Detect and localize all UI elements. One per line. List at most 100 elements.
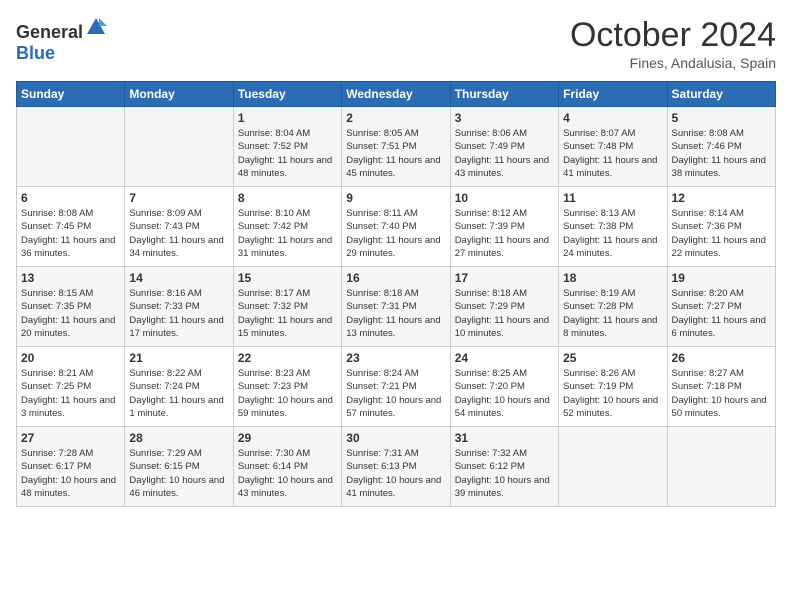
calendar-cell: 14 Sunrise: 8:16 AM Sunset: 7:33 PM Dayli…	[125, 267, 233, 347]
day-content: Sunrise: 7:28 AM Sunset: 6:17 PM Dayligh…	[21, 447, 120, 500]
day-number: 10	[455, 191, 554, 205]
day-content: Sunrise: 8:16 AM Sunset: 7:33 PM Dayligh…	[129, 287, 228, 340]
month-title: October 2024	[570, 16, 776, 55]
calendar-cell: 29 Sunrise: 7:30 AM Sunset: 6:14 PM Dayli…	[233, 427, 341, 507]
calendar-week-4: 20Sunrise: 8:21 AM Sunset: 7:25 PM Dayli…	[17, 347, 776, 427]
day-number: 13	[21, 271, 120, 285]
day-number: 28	[129, 431, 228, 445]
day-number: 5	[672, 111, 771, 125]
day-content: Sunrise: 8:11 AM Sunset: 7:40 PM Dayligh…	[346, 207, 445, 260]
day-number: 22	[238, 351, 337, 365]
calendar-cell: 11 Sunrise: 8:13 AM Sunset: 7:38 PM Dayli…	[559, 187, 667, 267]
day-number: 30	[346, 431, 445, 445]
day-number: 18	[563, 271, 662, 285]
day-number: 3	[455, 111, 554, 125]
header-day-monday: Monday	[125, 82, 233, 107]
header-day-friday: Friday	[559, 82, 667, 107]
calendar-cell: 19Sunrise: 8:20 AM Sunset: 7:27 PM Dayli…	[667, 267, 775, 347]
day-number: 29	[238, 431, 337, 445]
day-number: 1	[238, 111, 337, 125]
calendar-cell: 30 Sunrise: 7:31 AM Sunset: 6:13 PM Dayli…	[342, 427, 450, 507]
header-day-thursday: Thursday	[450, 82, 558, 107]
page-header: General Blue October 2024 Fines, Andalus…	[16, 16, 776, 71]
calendar-cell: 13Sunrise: 8:15 AM Sunset: 7:35 PM Dayli…	[17, 267, 125, 347]
calendar-cell: 1 Sunrise: 8:04 AM Sunset: 7:52 PM Daylig…	[233, 107, 341, 187]
day-content: Sunrise: 8:07 AM Sunset: 7:48 PM Dayligh…	[563, 127, 662, 180]
day-number: 31	[455, 431, 554, 445]
day-content: Sunrise: 8:27 AM Sunset: 7:18 PM Dayligh…	[672, 367, 771, 420]
calendar-cell: 4 Sunrise: 8:07 AM Sunset: 7:48 PM Daylig…	[559, 107, 667, 187]
header-day-sunday: Sunday	[17, 82, 125, 107]
day-number: 2	[346, 111, 445, 125]
calendar-cell: 17 Sunrise: 8:18 AM Sunset: 7:29 PM Dayli…	[450, 267, 558, 347]
day-number: 24	[455, 351, 554, 365]
day-number: 17	[455, 271, 554, 285]
day-number: 14	[129, 271, 228, 285]
header-day-tuesday: Tuesday	[233, 82, 341, 107]
calendar-cell: 24 Sunrise: 8:25 AM Sunset: 7:20 PM Dayli…	[450, 347, 558, 427]
day-number: 4	[563, 111, 662, 125]
logo-blue: Blue	[16, 43, 55, 63]
calendar-cell: 10 Sunrise: 8:12 AM Sunset: 7:39 PM Dayli…	[450, 187, 558, 267]
calendar-cell: 20Sunrise: 8:21 AM Sunset: 7:25 PM Dayli…	[17, 347, 125, 427]
calendar-cell: 26 Sunrise: 8:27 AM Sunset: 7:18 PM Dayli…	[667, 347, 775, 427]
day-number: 27	[21, 431, 120, 445]
calendar-cell: 8Sunrise: 8:10 AM Sunset: 7:42 PM Daylig…	[233, 187, 341, 267]
day-content: Sunrise: 8:05 AM Sunset: 7:51 PM Dayligh…	[346, 127, 445, 180]
calendar-cell	[559, 427, 667, 507]
day-number: 11	[563, 191, 662, 205]
day-content: Sunrise: 8:12 AM Sunset: 7:39 PM Dayligh…	[455, 207, 554, 260]
calendar-cell: 2 Sunrise: 8:05 AM Sunset: 7:51 PM Daylig…	[342, 107, 450, 187]
calendar-cell: 5Sunrise: 8:08 AM Sunset: 7:46 PM Daylig…	[667, 107, 775, 187]
calendar-table: SundayMondayTuesdayWednesdayThursdayFrid…	[16, 81, 776, 507]
day-number: 20	[21, 351, 120, 365]
day-content: Sunrise: 8:08 AM Sunset: 7:45 PM Dayligh…	[21, 207, 120, 260]
day-number: 12	[672, 191, 771, 205]
day-number: 19	[672, 271, 771, 285]
logo-icon	[85, 16, 107, 38]
calendar-cell: 16Sunrise: 8:18 AM Sunset: 7:31 PM Dayli…	[342, 267, 450, 347]
day-content: Sunrise: 8:18 AM Sunset: 7:31 PM Dayligh…	[346, 287, 445, 340]
day-content: Sunrise: 8:22 AM Sunset: 7:24 PM Dayligh…	[129, 367, 228, 420]
calendar-cell: 12 Sunrise: 8:14 AM Sunset: 7:36 PM Dayli…	[667, 187, 775, 267]
day-number: 21	[129, 351, 228, 365]
calendar-cell: 31 Sunrise: 7:32 AM Sunset: 6:12 PM Dayli…	[450, 427, 558, 507]
calendar-body: 1 Sunrise: 8:04 AM Sunset: 7:52 PM Daylig…	[17, 107, 776, 507]
day-content: Sunrise: 8:13 AM Sunset: 7:38 PM Dayligh…	[563, 207, 662, 260]
day-number: 6	[21, 191, 120, 205]
logo-general: General	[16, 22, 83, 42]
calendar-cell	[17, 107, 125, 187]
day-number: 26	[672, 351, 771, 365]
day-content: Sunrise: 8:04 AM Sunset: 7:52 PM Dayligh…	[238, 127, 337, 180]
day-content: Sunrise: 8:10 AM Sunset: 7:42 PM Dayligh…	[238, 207, 337, 260]
calendar-header: SundayMondayTuesdayWednesdayThursdayFrid…	[17, 82, 776, 107]
calendar-week-2: 6 Sunrise: 8:08 AM Sunset: 7:45 PM Daylig…	[17, 187, 776, 267]
day-content: Sunrise: 8:09 AM Sunset: 7:43 PM Dayligh…	[129, 207, 228, 260]
location-title: Fines, Andalusia, Spain	[570, 55, 776, 71]
calendar-week-1: 1 Sunrise: 8:04 AM Sunset: 7:52 PM Daylig…	[17, 107, 776, 187]
title-block: October 2024 Fines, Andalusia, Spain	[570, 16, 776, 71]
day-content: Sunrise: 7:31 AM Sunset: 6:13 PM Dayligh…	[346, 447, 445, 500]
day-content: Sunrise: 8:24 AM Sunset: 7:21 PM Dayligh…	[346, 367, 445, 420]
calendar-cell: 28Sunrise: 7:29 AM Sunset: 6:15 PM Dayli…	[125, 427, 233, 507]
day-content: Sunrise: 7:30 AM Sunset: 6:14 PM Dayligh…	[238, 447, 337, 500]
calendar-cell: 27 Sunrise: 7:28 AM Sunset: 6:17 PM Dayli…	[17, 427, 125, 507]
day-content: Sunrise: 8:26 AM Sunset: 7:19 PM Dayligh…	[563, 367, 662, 420]
header-day-saturday: Saturday	[667, 82, 775, 107]
calendar-week-5: 27 Sunrise: 7:28 AM Sunset: 6:17 PM Dayli…	[17, 427, 776, 507]
calendar-cell: 22Sunrise: 8:23 AM Sunset: 7:23 PM Dayli…	[233, 347, 341, 427]
calendar-cell: 6 Sunrise: 8:08 AM Sunset: 7:45 PM Daylig…	[17, 187, 125, 267]
day-content: Sunrise: 8:18 AM Sunset: 7:29 PM Dayligh…	[455, 287, 554, 340]
calendar-cell: 18 Sunrise: 8:19 AM Sunset: 7:28 PM Dayli…	[559, 267, 667, 347]
day-content: Sunrise: 8:14 AM Sunset: 7:36 PM Dayligh…	[672, 207, 771, 260]
day-number: 23	[346, 351, 445, 365]
day-content: Sunrise: 8:06 AM Sunset: 7:49 PM Dayligh…	[455, 127, 554, 180]
calendar-cell	[125, 107, 233, 187]
day-content: Sunrise: 8:25 AM Sunset: 7:20 PM Dayligh…	[455, 367, 554, 420]
calendar-cell: 23 Sunrise: 8:24 AM Sunset: 7:21 PM Dayli…	[342, 347, 450, 427]
day-content: Sunrise: 8:17 AM Sunset: 7:32 PM Dayligh…	[238, 287, 337, 340]
header-row: SundayMondayTuesdayWednesdayThursdayFrid…	[17, 82, 776, 107]
day-content: Sunrise: 7:32 AM Sunset: 6:12 PM Dayligh…	[455, 447, 554, 500]
day-content: Sunrise: 8:19 AM Sunset: 7:28 PM Dayligh…	[563, 287, 662, 340]
calendar-week-3: 13Sunrise: 8:15 AM Sunset: 7:35 PM Dayli…	[17, 267, 776, 347]
